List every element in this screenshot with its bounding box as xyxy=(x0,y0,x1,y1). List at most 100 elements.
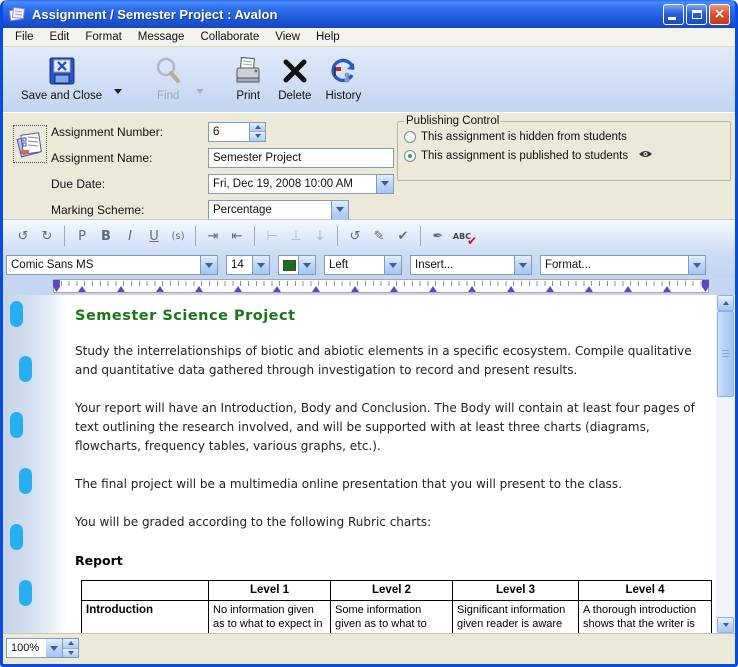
font-size-dropdown-icon[interactable] xyxy=(252,256,269,274)
tab-stop-marker[interactable] xyxy=(546,286,554,292)
report-section-heading: Report xyxy=(75,551,707,570)
indent-decrease-icon[interactable]: ⇤ xyxy=(226,226,248,246)
spellcheck-icon[interactable]: ABC✔ xyxy=(451,226,473,246)
tab-stop-marker[interactable] xyxy=(468,286,476,292)
menu-item-message[interactable]: Message xyxy=(130,29,193,45)
toolbar-separator xyxy=(420,226,421,246)
format-combobox[interactable]: Format... xyxy=(540,255,706,275)
publishing-option-hidden[interactable]: This assignment is hidden from students xyxy=(404,127,724,146)
text-color-dropdown-icon[interactable] xyxy=(298,256,315,274)
zoom-stepper[interactable] xyxy=(63,638,79,658)
delete-button[interactable]: Delete xyxy=(274,52,315,103)
assignment-name-field[interactable] xyxy=(208,148,394,168)
radio-button-icon[interactable] xyxy=(404,131,416,143)
zoom-down-icon[interactable] xyxy=(63,648,78,658)
print-button[interactable]: Print xyxy=(228,52,268,103)
font-size-combobox[interactable]: 14 xyxy=(226,255,270,275)
spellcheck-icon: ABC✔ xyxy=(453,232,471,241)
vertical-scrollbar[interactable] xyxy=(716,295,735,633)
find-label: Find xyxy=(157,90,179,102)
tab-stop-marker[interactable] xyxy=(585,286,593,292)
find-button[interactable]: Find xyxy=(148,52,188,103)
minimize-button[interactable] xyxy=(663,4,684,25)
find-dropdown-arrow-icon[interactable] xyxy=(196,89,204,94)
tab-stop-marker[interactable] xyxy=(117,286,125,292)
insert-dropdown-icon[interactable] xyxy=(514,256,531,274)
text-color-combobox[interactable] xyxy=(278,255,316,275)
right-indent-marker[interactable] xyxy=(702,280,709,292)
assignment-number-stepper[interactable] xyxy=(250,122,266,142)
ruler[interactable] xyxy=(53,279,709,293)
due-date-combobox[interactable]: Fri, Dec 19, 2008 10:00 AM xyxy=(208,174,394,194)
undo-icon[interactable]: ↺ xyxy=(12,226,34,246)
menu-item-help[interactable]: Help xyxy=(308,29,348,45)
menu-item-view[interactable]: View xyxy=(267,29,308,45)
alignment-combobox[interactable]: Left xyxy=(324,255,402,275)
zoom-control[interactable]: 100% xyxy=(6,638,79,658)
font-size-value: 14 xyxy=(227,259,252,271)
format-dropdown-icon[interactable] xyxy=(688,256,705,274)
tab-stop-marker[interactable] xyxy=(156,286,164,292)
due-date-dropdown-icon[interactable] xyxy=(376,175,393,193)
indent-increase-icon[interactable]: ⇥ xyxy=(202,226,224,246)
tab-stop-marker[interactable] xyxy=(312,286,320,292)
menu-bar: FileEditFormatMessageCollaborateViewHelp xyxy=(3,28,735,47)
history-button[interactable]: History xyxy=(321,52,365,103)
scroll-down-icon[interactable] xyxy=(717,617,734,633)
application-window: Assignment / Semester Project : Avalon ×… xyxy=(0,0,738,667)
tab-stop-marker[interactable] xyxy=(390,286,398,292)
tab-stop-marker[interactable] xyxy=(273,286,281,292)
underline-icon[interactable]: U xyxy=(143,226,165,246)
tab-stop-marker[interactable] xyxy=(351,286,359,292)
radio-button-icon[interactable] xyxy=(404,150,416,162)
left-indent-marker[interactable] xyxy=(53,280,60,292)
move-down-icon[interactable]: ↓ xyxy=(309,226,331,246)
insert-combobox[interactable]: Insert... xyxy=(410,255,532,275)
document-editor[interactable]: Semester Science Project Study the inter… xyxy=(3,295,735,633)
menu-item-edit[interactable]: Edit xyxy=(42,29,78,45)
save-and-close-label: Save and Close xyxy=(21,90,102,102)
title-bar[interactable]: Assignment / Semester Project : Avalon × xyxy=(3,0,735,28)
tab-stop-marker[interactable] xyxy=(234,286,242,292)
assignment-number-field[interactable] xyxy=(208,122,250,142)
bold-icon[interactable]: B xyxy=(95,226,117,246)
alignment-dropdown-icon[interactable] xyxy=(384,256,401,274)
approve-icon[interactable]: ✔ xyxy=(392,226,414,246)
save-dropdown-arrow-icon[interactable] xyxy=(114,89,122,94)
revert-icon[interactable]: ↺ xyxy=(344,226,366,246)
assignment-number-label: Assignment Number: xyxy=(51,125,208,139)
rubric-cell: Significant information given reader is … xyxy=(453,601,579,634)
menu-item-collaborate[interactable]: Collaborate xyxy=(192,29,267,45)
marking-scheme-dropdown-icon[interactable] xyxy=(331,201,348,219)
font-family-combobox[interactable]: Comic Sans MS xyxy=(6,255,218,275)
stepper-up-icon[interactable] xyxy=(250,123,265,132)
tab-stop-marker[interactable] xyxy=(78,286,86,292)
maximize-button[interactable] xyxy=(686,4,707,25)
strikethrough-icon[interactable]: (s) xyxy=(167,226,189,246)
zoom-dropdown-icon[interactable] xyxy=(46,638,63,658)
tab-stop-icon[interactable]: ⊢ xyxy=(261,226,283,246)
redo-icon[interactable]: ↻ xyxy=(36,226,58,246)
document-content: Semester Science Project Study the inter… xyxy=(73,295,707,633)
italic-icon[interactable]: I xyxy=(119,226,141,246)
marking-scheme-combobox[interactable]: Percentage xyxy=(208,200,349,220)
save-and-close-button[interactable]: Save and Close xyxy=(17,52,106,103)
scroll-up-icon[interactable] xyxy=(717,295,734,311)
menu-item-format[interactable]: Format xyxy=(77,29,129,45)
tab-stop-marker[interactable] xyxy=(195,286,203,292)
menu-item-file[interactable]: File xyxy=(7,29,42,45)
plain-text-icon[interactable]: P xyxy=(71,226,93,246)
edit-pencil-icon[interactable]: ✎ xyxy=(368,226,390,246)
font-family-dropdown-icon[interactable] xyxy=(200,256,217,274)
publishing-option-published[interactable]: This assignment is published to students xyxy=(404,146,724,165)
signature-icon[interactable]: ✒ xyxy=(427,226,449,246)
tab-stop-marker[interactable] xyxy=(663,286,671,292)
scrollbar-thumb[interactable] xyxy=(717,311,734,397)
close-button[interactable]: × xyxy=(709,4,730,25)
tab-stop-marker[interactable] xyxy=(624,286,632,292)
margin-icon[interactable]: ⊥ xyxy=(285,226,307,246)
tab-stop-marker[interactable] xyxy=(507,286,515,292)
stepper-down-icon[interactable] xyxy=(250,131,265,141)
zoom-up-icon[interactable] xyxy=(63,639,78,648)
tab-stop-marker[interactable] xyxy=(429,286,437,292)
